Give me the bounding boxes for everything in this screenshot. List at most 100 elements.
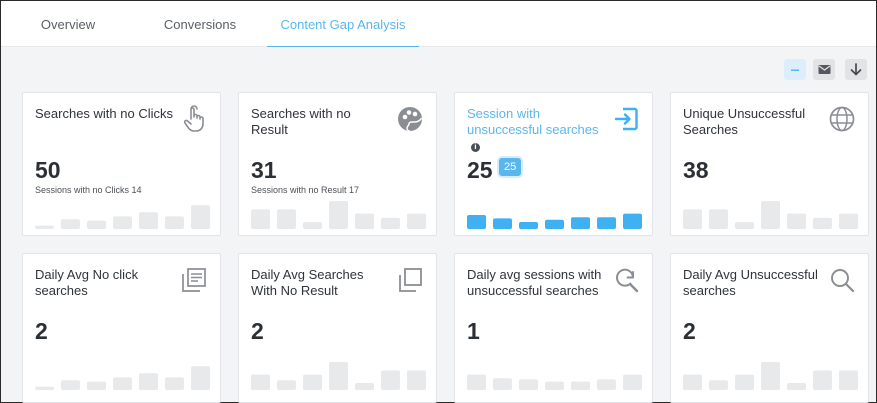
spark-bar xyxy=(139,212,158,229)
spark-bar xyxy=(355,213,374,229)
spark-bar xyxy=(35,225,54,229)
card-daily-avg-no-result[interactable]: Daily Avg Searches With No Result 2 xyxy=(238,253,437,403)
spark-bar xyxy=(813,370,832,390)
spark-bar xyxy=(545,219,564,229)
spark-bar xyxy=(165,377,184,390)
tab-content-gap-analysis[interactable]: Content Gap Analysis xyxy=(267,1,419,48)
minimize-button[interactable] xyxy=(784,59,806,80)
spark-bar xyxy=(493,378,512,390)
spark-bar xyxy=(571,217,590,229)
sparkline xyxy=(251,362,426,390)
spark-bar xyxy=(467,374,486,390)
info-icon[interactable]: i xyxy=(471,143,480,152)
touch-icon xyxy=(183,105,204,132)
spark-bar xyxy=(355,383,374,390)
tab-overview[interactable]: Overview xyxy=(1,1,135,47)
card-title: Daily Avg Unsuccessful searches xyxy=(683,267,818,298)
spark-bar xyxy=(113,216,132,229)
card-daily-avg-unsuccessful[interactable]: Daily Avg Unsuccessful searches 2 xyxy=(670,253,869,403)
spark-bar xyxy=(165,216,184,229)
card-value: 2 xyxy=(683,318,696,344)
card-title-text: Session with unsuccessful searches xyxy=(467,106,599,137)
sparkline xyxy=(251,201,426,229)
spark-bar xyxy=(61,380,80,390)
spark-bar xyxy=(139,373,158,390)
card-searches-no-clicks[interactable]: Searches with no Clicks 50 Sessions with… xyxy=(22,92,221,236)
email-button[interactable] xyxy=(813,59,835,80)
sparkline xyxy=(683,201,858,229)
card-title: Daily avg sessions with unsuccessful sea… xyxy=(467,267,602,298)
card-title: Daily Avg No click searches xyxy=(35,267,139,298)
card-value: 2 xyxy=(251,318,264,344)
sparkline xyxy=(683,362,858,390)
card-subtext: Sessions with no Result 17 xyxy=(251,185,360,195)
spark-bar xyxy=(191,205,210,229)
spark-bar xyxy=(381,370,400,390)
spark-bar xyxy=(519,222,538,229)
spark-bar xyxy=(277,209,296,229)
spark-bar xyxy=(381,217,400,229)
card-unique-unsuccessful[interactable]: Unique Unsuccessful Searches 38 xyxy=(670,92,869,236)
spark-bar xyxy=(623,213,642,229)
spark-bar xyxy=(35,386,54,390)
spark-bar xyxy=(761,362,780,390)
spark-bar xyxy=(467,215,486,229)
spark-bar xyxy=(493,218,512,229)
card-value: 25 xyxy=(467,157,493,183)
search-refresh-icon xyxy=(616,268,639,293)
spark-bar xyxy=(683,374,702,390)
spark-bar xyxy=(251,374,270,390)
spark-bar xyxy=(597,217,616,229)
download-button[interactable] xyxy=(845,59,867,80)
card-subtext: Sessions with no Clicks 14 xyxy=(35,185,142,195)
spark-bar xyxy=(113,377,132,390)
card-title: Searches with no Clicks xyxy=(35,106,173,121)
spark-bar xyxy=(87,381,106,390)
sparkline xyxy=(35,205,210,229)
card-value: 50 xyxy=(35,157,61,183)
mail-icon xyxy=(818,65,830,74)
spark-bar xyxy=(303,222,322,229)
spark-bar xyxy=(191,366,210,390)
arrow-down-icon xyxy=(850,63,862,76)
spark-bar xyxy=(839,370,858,390)
spark-bar xyxy=(277,380,296,390)
sparkline xyxy=(467,213,642,229)
spark-bar xyxy=(87,220,106,229)
spark-bar xyxy=(519,379,538,390)
spark-bar xyxy=(813,217,832,229)
spark-bar xyxy=(735,222,754,229)
spark-bar xyxy=(787,383,806,390)
sparkline xyxy=(35,366,210,390)
tab-conversions[interactable]: Conversions xyxy=(135,1,265,47)
tab-bar: Overview Conversions Content Gap Analysi… xyxy=(1,1,876,48)
spark-bar xyxy=(787,213,806,229)
spark-bar xyxy=(709,380,728,390)
card-title: Session with unsuccessful searches i xyxy=(467,106,607,154)
palette-icon xyxy=(398,107,423,132)
minus-icon xyxy=(791,69,799,71)
card-session-unsuccessful[interactable]: Session with unsuccessful searches i 25 2… xyxy=(454,92,653,236)
card-searches-no-result[interactable]: Searches with no Result 31 Sessions with… xyxy=(238,92,437,236)
value-badge: 25 xyxy=(499,158,522,176)
spark-bar xyxy=(735,374,754,390)
card-value: 2 xyxy=(35,318,48,344)
globe-icon xyxy=(829,106,855,132)
spark-bar xyxy=(623,374,642,390)
copy-squares-icon xyxy=(399,268,422,292)
spark-bar xyxy=(329,362,348,390)
card-daily-avg-no-click[interactable]: Daily Avg No click searches 2 xyxy=(22,253,221,403)
spark-bar xyxy=(303,374,322,390)
spark-bar xyxy=(407,370,426,390)
spark-bar xyxy=(761,201,780,229)
spark-bar xyxy=(61,219,80,229)
spark-bar xyxy=(329,201,348,229)
spark-bar xyxy=(571,381,590,390)
spark-bar xyxy=(839,213,858,229)
card-value: 31 xyxy=(251,157,277,183)
article-list-icon xyxy=(182,268,206,292)
card-title: Unique Unsuccessful Searches xyxy=(683,106,806,137)
search-icon xyxy=(831,269,855,293)
spark-bar xyxy=(597,379,616,390)
card-daily-avg-sessions-unsuccessful[interactable]: Daily avg sessions with unsuccessful sea… xyxy=(454,253,653,403)
